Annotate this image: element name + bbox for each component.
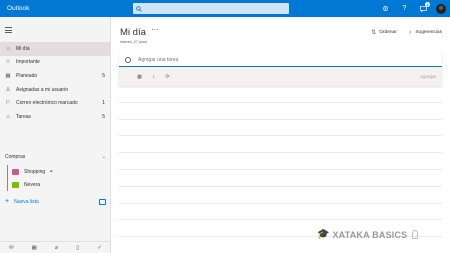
add-task-card: ▦ ♪ ⟳ Agregar xyxy=(119,53,442,86)
sidebar-item-label: Tareas xyxy=(16,113,32,120)
shopping-list-icon xyxy=(12,168,19,175)
calendar-icon[interactable]: ▦ xyxy=(32,245,37,251)
reminder-icon[interactable]: ♪ xyxy=(151,74,156,80)
watermark: 🎓 XATAKA BASICS xyxy=(317,229,419,240)
list-item-fridge[interactable]: Nevera xyxy=(0,178,111,191)
sun-icon: ☼ xyxy=(5,45,11,52)
suggestions-label: Sugerencias xyxy=(415,30,442,35)
sort-label: Ordenar xyxy=(379,30,397,35)
sidebar-item-my-day[interactable]: ☼ Mi día xyxy=(0,42,111,56)
sidebar: ☼ Mi día ☆ Importante ▦ Planeado 5 ♙ Asi… xyxy=(0,17,111,253)
add-task-input[interactable] xyxy=(138,56,418,63)
sidebar-item-label: Importante xyxy=(16,59,40,66)
fridge-list-icon xyxy=(12,181,19,188)
todo-icon[interactable]: ✓ xyxy=(97,245,102,251)
sort-button[interactable]: ⇅ Ordenar xyxy=(371,29,397,36)
list-label: Shopping xyxy=(24,168,46,175)
repeat-icon[interactable]: ⟳ xyxy=(165,74,170,80)
sort-icon: ⇅ xyxy=(371,30,377,36)
app-switcher: ✉ ▦ ⌀ ▯ ✓ xyxy=(0,241,111,253)
chat-icon[interactable]: 2 xyxy=(414,0,433,17)
group-lists: Shopping ⚭ Nevera xyxy=(0,165,111,191)
graduation-cap-icon: 🎓 xyxy=(317,229,330,240)
home-icon: ⌂ xyxy=(6,113,10,120)
menu-icon[interactable] xyxy=(5,27,12,35)
group-label: Compras xyxy=(5,154,26,160)
plus-icon: + xyxy=(5,198,10,205)
star-icon: ☆ xyxy=(5,59,11,66)
new-list-label: Nueva lista xyxy=(14,198,39,205)
sidebar-item-flagged-email[interactable]: ⚐ Correo electrónico marcado 1 xyxy=(0,96,111,110)
watermark-text: XATAKA BASICS xyxy=(332,229,408,240)
chevron-down-icon[interactable]: ⌄ xyxy=(102,154,106,160)
lightbulb-icon: ♁ xyxy=(407,29,413,36)
sidebar-item-assigned[interactable]: ♙ Asignadas a mi usuario xyxy=(0,83,111,97)
avatar[interactable] xyxy=(436,3,446,14)
date-label: martes, 27 junio xyxy=(120,40,148,44)
app-title[interactable]: Outlook xyxy=(7,5,133,12)
gear-icon[interactable]: ⚙ xyxy=(376,0,395,17)
task-circle-icon xyxy=(125,56,131,63)
share-icon: ⚭ xyxy=(49,168,54,175)
sidebar-item-label: Planeado xyxy=(16,72,38,79)
files-icon[interactable]: ▯ xyxy=(76,245,79,251)
list-group-header[interactable]: Compras ⌄ xyxy=(5,154,106,160)
more-options-icon[interactable]: ··· xyxy=(151,25,159,34)
list-label: Nevera xyxy=(24,181,41,188)
page-title: Mi día xyxy=(120,27,146,38)
task-list-area xyxy=(119,86,442,238)
person-icon: ♙ xyxy=(5,86,11,93)
notification-badge: 2 xyxy=(425,2,430,7)
attach-icon[interactable]: ⌀ xyxy=(55,245,58,251)
help-icon[interactable]: ? xyxy=(395,0,414,17)
new-group-icon[interactable] xyxy=(99,198,106,205)
sidebar-item-planned[interactable]: ▦ Planeado 5 xyxy=(0,69,111,83)
flag-icon: ⚐ xyxy=(5,100,11,107)
sidebar-item-important[interactable]: ☆ Importante xyxy=(0,56,111,70)
add-task-button[interactable]: Agregar xyxy=(420,74,436,79)
sidebar-item-label: Correo electrónico marcado xyxy=(16,100,78,107)
sidebar-nav: ☼ Mi día ☆ Importante ▦ Planeado 5 ♙ Asi… xyxy=(0,42,111,124)
search-icon xyxy=(136,5,142,12)
sidebar-item-count: 5 xyxy=(102,113,105,120)
sidebar-item-label: Mi día xyxy=(16,45,30,52)
sidebar-item-count: 5 xyxy=(102,72,105,79)
suggestions-button[interactable]: ♁ Sugerencias xyxy=(408,29,442,36)
sidebar-item-tasks[interactable]: ⌂ Tareas 5 xyxy=(0,110,111,124)
mail-icon[interactable]: ✉ xyxy=(9,245,14,251)
main-pane: Mi día ··· martes, 27 junio ⇅ Ordenar ♁ … xyxy=(111,17,450,253)
new-list-button[interactable]: + Nueva lista xyxy=(5,198,106,205)
sidebar-item-label: Asignadas a mi usuario xyxy=(16,86,68,93)
list-item-shopping[interactable]: Shopping ⚭ xyxy=(0,165,111,178)
due-date-icon[interactable]: ▦ xyxy=(137,74,142,80)
top-bar: Outlook ⚙ ? 2 xyxy=(0,0,450,17)
lightbulb-logo-icon xyxy=(412,230,419,239)
search-box[interactable] xyxy=(133,3,289,14)
sidebar-item-count: 1 xyxy=(102,100,105,107)
calendar-icon: ▦ xyxy=(5,72,11,79)
